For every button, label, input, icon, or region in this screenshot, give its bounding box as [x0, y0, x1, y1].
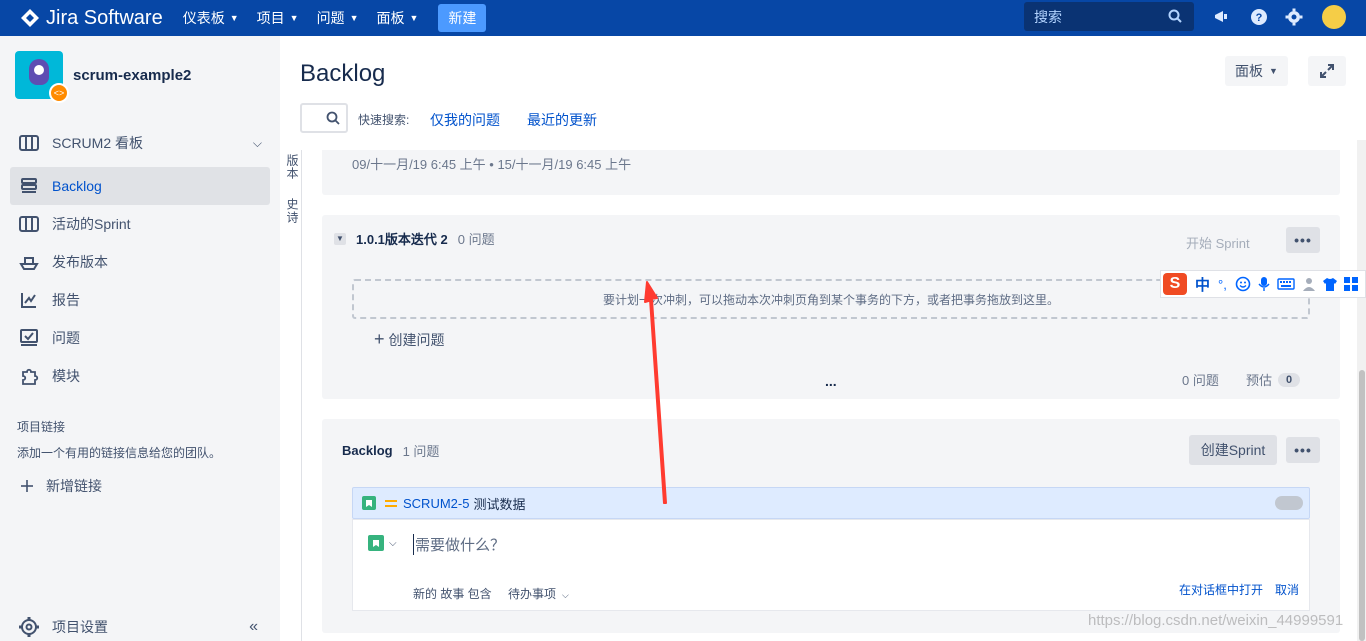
annotation-arrow	[644, 281, 667, 504]
watermark: https://blog.csdn.net/weixin_44999591	[1088, 612, 1344, 629]
